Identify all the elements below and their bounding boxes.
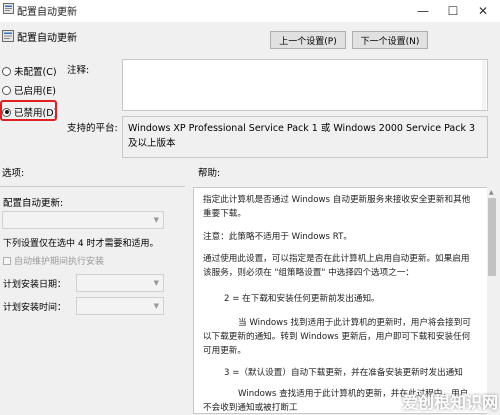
help-paragraph: 3 =（默认设置）自动下载更新，并在准备安装更新时发出通知 <box>224 368 463 378</box>
minimize-button[interactable]: — <box>408 0 438 22</box>
minimize-icon: — <box>417 4 429 18</box>
chevron-down-icon: ▼ <box>153 279 159 287</box>
comment-textarea[interactable] <box>122 59 488 111</box>
policy-icon <box>2 30 14 42</box>
configure-updates-select[interactable]: ▼ <box>2 211 164 229</box>
radio-not-configured[interactable]: 未配置(C) <box>2 64 57 78</box>
maximize-icon: ☐ <box>447 4 459 18</box>
help-text-pane: 指定此计算机是否通过 Windows 自动更新服务来接收安全更新和其他重要下载。… <box>193 187 491 414</box>
help-paragraph: 指定此计算机是否通过 Windows 自动更新服务来接收安全更新和其他重要下载。 <box>203 195 471 219</box>
scroll-up-icon[interactable]: ▲ <box>489 189 494 196</box>
watermark: 爱创根知识网 <box>401 393 498 412</box>
configure-updates-label: 配置自动更新: <box>3 198 64 209</box>
help-paragraph: 通过使用此设置，可以指定是否在此计算机上启用自动更新。如果启用该服务，则必须在 … <box>203 254 470 278</box>
comment-scrollbar[interactable] <box>482 60 486 110</box>
maintenance-checkbox-row[interactable]: 自动维护期间执行安装 <box>3 254 104 267</box>
install-day-label: 计划安装日期： <box>3 280 67 290</box>
chevron-down-icon: ▼ <box>153 302 159 310</box>
radio-circle[interactable] <box>2 85 11 95</box>
radio-label: 已启用(E) <box>14 86 56 97</box>
options-section-label: 选项: <box>2 168 25 179</box>
install-day-select[interactable]: ▼ <box>76 274 164 292</box>
maximize-button[interactable]: ☐ <box>438 0 468 22</box>
radio-enabled[interactable]: 已启用(E) <box>2 83 56 97</box>
policy-icon <box>3 3 14 14</box>
previous-setting-button[interactable]: 上一个设置(P) <box>270 31 346 49</box>
window-title: 配置自动更新 <box>17 7 77 18</box>
platform-text: Windows XP Professional Service Pack 1 或… <box>122 116 488 158</box>
close-button[interactable]: ✕ <box>468 0 498 22</box>
comment-label: 注释: <box>67 65 90 76</box>
radio-circle[interactable] <box>2 66 11 76</box>
maintenance-checkbox-label: 自动维护期间执行安装 <box>14 257 105 267</box>
platform-label: 支持的平台: <box>67 123 118 134</box>
schedule-note: 下列设置仅在选中 4 时才需要和适用。 <box>3 239 159 249</box>
install-time-label: 计划安装时间： <box>3 303 67 313</box>
install-time-select[interactable]: ▼ <box>76 297 164 315</box>
radio-label: 未配置(C) <box>14 67 57 78</box>
chevron-down-icon: ▼ <box>153 216 159 224</box>
help-section-label: 帮助: <box>198 168 221 179</box>
annotation-highlight <box>0 100 57 121</box>
help-paragraph: 注意：此策略不适用于 Windows RT。 <box>203 232 352 242</box>
policy-title: 配置自动更新 <box>17 33 77 44</box>
close-icon: ✕ <box>477 4 489 18</box>
checkbox[interactable] <box>3 256 11 265</box>
help-paragraph: 2 = 在下载和安装任何更新前发出通知。 <box>224 294 380 304</box>
next-setting-button[interactable]: 下一个设置(N) <box>352 31 428 49</box>
help-paragraph: 当 Windows 找到适用于此计算机的更新时，用户将会接到可以下载更新的通知。… <box>203 318 471 356</box>
help-scroll-thumb[interactable] <box>488 198 496 276</box>
